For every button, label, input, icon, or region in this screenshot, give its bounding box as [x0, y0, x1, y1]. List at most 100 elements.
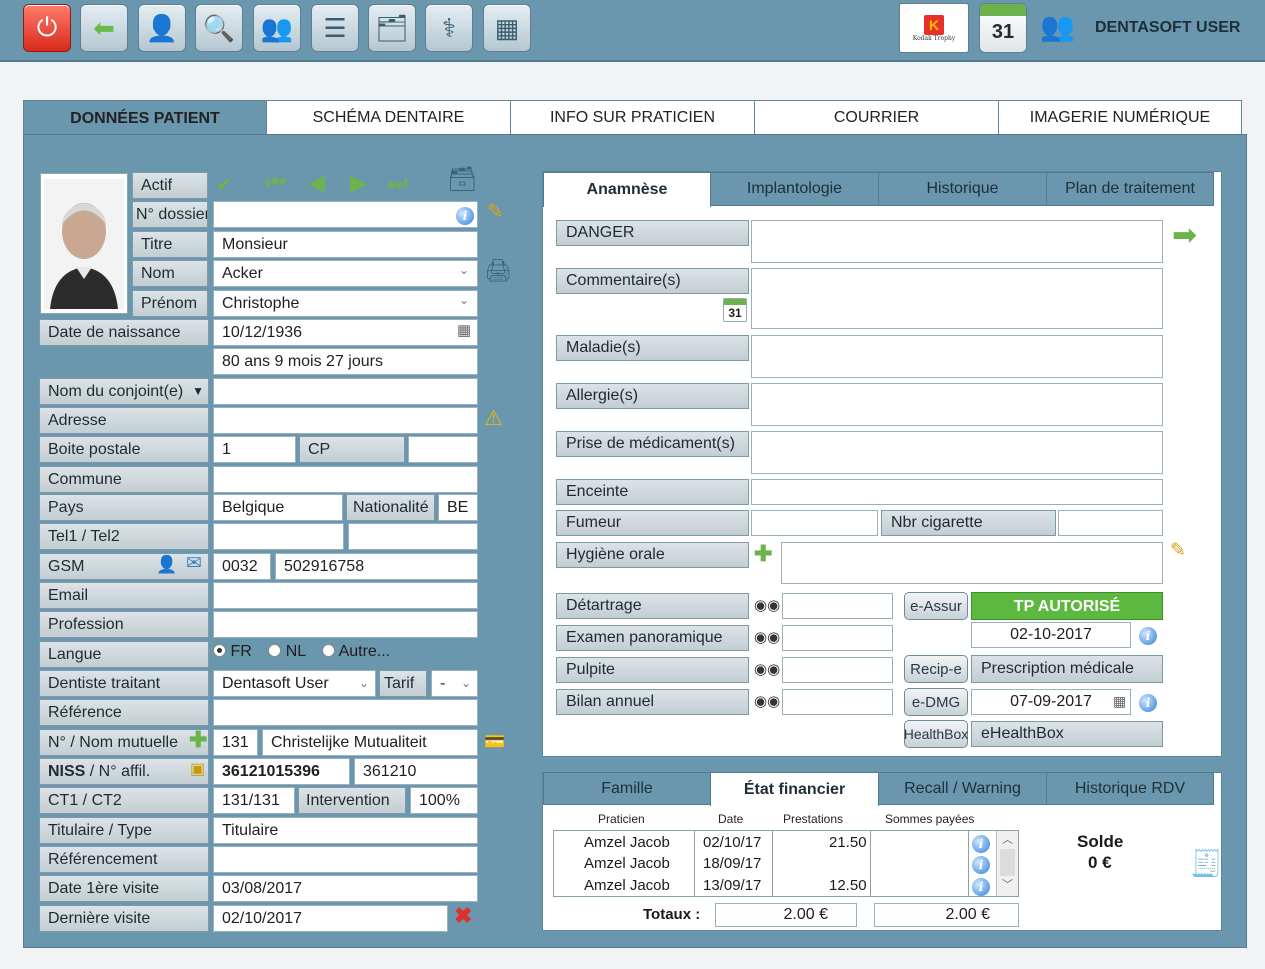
card-icon[interactable]: 💳 [484, 733, 505, 750]
tab-anamnese[interactable]: Anamnèse [543, 172, 711, 207]
nbr-cigarette-field[interactable] [1058, 510, 1163, 536]
tab-plan-traitement[interactable]: Plan de traitement [1046, 172, 1214, 206]
calendar-sheet-icon[interactable]: ▦ [483, 4, 531, 52]
mutuelle-name-field[interactable]: Christelijke Mutualiteit [262, 729, 478, 756]
tab-donnees-patient[interactable]: DONNÉES PATIENT [23, 100, 267, 136]
group-icon[interactable]: 👥 [253, 4, 301, 52]
scanner-icon[interactable]: 🖨 [484, 260, 512, 282]
documents-icon[interactable]: 🗂 [368, 4, 416, 52]
power-icon[interactable]: ⏻ [23, 4, 71, 52]
tab-historique[interactable]: Historique [878, 172, 1047, 206]
edmg-button[interactable]: e-DMG [904, 688, 968, 716]
first-record-icon[interactable]: ⏮ [266, 172, 286, 194]
boite-field[interactable]: 1 [213, 436, 296, 463]
add-icon[interactable]: ✚ [189, 729, 207, 751]
intervention-field[interactable]: 100% [410, 787, 478, 814]
calendar-icon[interactable]: ▦ [1113, 694, 1126, 708]
gsm-prefix-field[interactable]: 0032 [213, 553, 271, 580]
chevron-down-icon[interactable]: ⌄ [459, 264, 469, 276]
hygiene-field[interactable] [781, 542, 1163, 584]
next-record-icon[interactable]: ▶ [350, 172, 367, 194]
calendar-icon[interactable]: 31 [723, 298, 747, 322]
tel2-field[interactable] [348, 523, 478, 550]
info-icon[interactable]: i [972, 854, 990, 874]
conjoint-field[interactable] [213, 378, 478, 405]
dmg-date-field[interactable]: 07-09-2017 [971, 689, 1131, 715]
enceinte-field[interactable] [751, 479, 1163, 505]
info-icon[interactable]: i [972, 876, 990, 896]
ct-field[interactable]: 131/131 [213, 787, 295, 814]
commentaires-field[interactable] [751, 268, 1163, 329]
tel1-field[interactable] [213, 523, 344, 550]
healthbox-button[interactable]: HealthBox [904, 720, 968, 748]
calendar-icon[interactable]: ▦ [457, 323, 471, 338]
detartrage-field[interactable] [782, 593, 893, 619]
recip-e-button[interactable]: Recip-e [904, 655, 968, 683]
sms-icon[interactable]: ✉ [186, 554, 202, 573]
tab-imagerie[interactable]: IMAGERIE NUMÉRIQUE [998, 100, 1242, 135]
niss-field[interactable]: 36121015396 [213, 758, 350, 785]
tab-famille[interactable]: Famille [543, 772, 711, 805]
nationalite-field[interactable]: BE [438, 494, 478, 521]
binoculars-icon[interactable]: ◉◉ [754, 692, 780, 710]
archive-icon[interactable]: 🗃 [447, 168, 477, 192]
info-icon[interactable]: i [1139, 692, 1157, 712]
danger-field[interactable] [751, 220, 1163, 263]
patient-photo[interactable] [40, 173, 128, 314]
bilan-field[interactable] [782, 689, 893, 715]
reference-field[interactable] [213, 699, 478, 726]
warning-icon[interactable]: ⚠ [484, 408, 503, 429]
prenom-field[interactable]: Christophe [213, 290, 478, 317]
tab-schema-dentaire[interactable]: SCHÉMA DENTAIRE [266, 100, 511, 135]
nom-field[interactable]: Acker [213, 260, 478, 287]
chevron-down-icon[interactable]: ⌄ [459, 294, 469, 306]
tab-courrier[interactable]: COURRIER [754, 100, 999, 135]
previous-record-icon[interactable]: ◀ [308, 172, 325, 194]
tab-info-praticien[interactable]: INFO SUR PRATICIEN [510, 100, 755, 135]
affil-field[interactable]: 361210 [354, 758, 478, 785]
check-icon[interactable]: ✔ [216, 175, 233, 195]
titre-field[interactable]: Monsieur [213, 231, 478, 258]
fumeur-field[interactable] [751, 510, 878, 536]
info-icon[interactable]: i [456, 205, 474, 225]
chevron-up-icon[interactable]: ︿ [997, 831, 1018, 849]
table-scrollbar[interactable]: ︿ ﹀ [996, 831, 1018, 896]
card-reader-icon[interactable]: ▣ [190, 762, 205, 778]
eassur-button[interactable]: e-Assur [904, 592, 968, 620]
last-record-icon[interactable]: ⏭ [388, 172, 408, 194]
person-icon[interactable]: 👤 [156, 556, 177, 573]
dossier-field[interactable] [213, 201, 478, 228]
delete-icon[interactable]: ✖ [454, 905, 472, 927]
profession-field[interactable] [213, 611, 478, 638]
maladies-field[interactable] [751, 335, 1163, 378]
calendar-button[interactable]: 31 [979, 3, 1027, 53]
prescription-label[interactable]: Prescription médicale [971, 655, 1163, 683]
radio-fr[interactable]: FR [213, 643, 252, 660]
tarif-select[interactable]: - ⌄ [431, 670, 478, 697]
titulaire-field[interactable]: Titulaire [213, 817, 478, 844]
next-arrow-icon[interactable]: ➡ [1172, 221, 1197, 251]
tab-recall-warning[interactable]: Recall / Warning [878, 772, 1047, 805]
derniere-visite-field[interactable]: 02/10/2017 [213, 905, 448, 932]
premiere-visite-field[interactable]: 03/08/2017 [213, 875, 478, 902]
patient-icon[interactable]: 👤 [138, 4, 186, 52]
examen-field[interactable] [782, 625, 893, 651]
binoculars-icon[interactable]: ◉◉ [754, 596, 780, 614]
tp-date-field[interactable]: 02-10-2017 [971, 622, 1131, 648]
tab-implantologie[interactable]: Implantologie [710, 172, 879, 206]
chevron-down-icon[interactable]: ﹀ [997, 876, 1018, 894]
kodak-button[interactable]: K Kodak Trophy [899, 3, 969, 53]
pencil-icon[interactable]: ✎ [487, 202, 504, 222]
add-icon[interactable]: ✚ [754, 543, 772, 565]
dentiste-select[interactable]: Dentasoft User ⌄ [213, 670, 376, 697]
gsm-field[interactable]: 502916758 [275, 553, 478, 580]
doctor-icon[interactable]: ⚕ [425, 4, 473, 52]
adresse-field[interactable] [213, 407, 478, 434]
back-arrow-icon[interactable]: ⬅ [80, 4, 128, 52]
commune-field[interactable] [213, 466, 478, 493]
list-icon[interactable]: ☰ [311, 4, 359, 52]
scrollbar-thumb[interactable] [1000, 849, 1015, 876]
radio-nl[interactable]: NL [268, 643, 306, 660]
tab-historique-rdv[interactable]: Historique RDV [1046, 772, 1214, 805]
binoculars-icon[interactable]: ◉◉ [754, 660, 780, 678]
